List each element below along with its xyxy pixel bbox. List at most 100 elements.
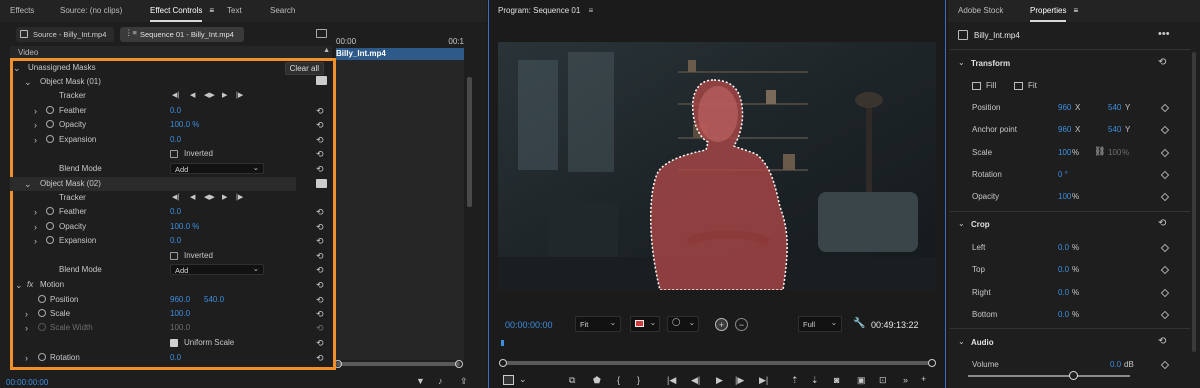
track-forward-icon[interactable]: |▶ bbox=[236, 91, 243, 99]
position-y-value[interactable]: 540 bbox=[1108, 103, 1121, 112]
step-backward-icon[interactable]: ◀ bbox=[190, 193, 195, 201]
keyframe-icon[interactable] bbox=[1160, 288, 1170, 298]
uniform-scale-checkbox[interactable] bbox=[170, 339, 178, 347]
reset-icon[interactable]: ⟲ bbox=[316, 222, 324, 233]
rotation-value[interactable]: 0.0 bbox=[170, 353, 181, 362]
chevron-right-icon[interactable]: › bbox=[34, 106, 37, 116]
position-x-value[interactable]: 960 bbox=[1058, 103, 1071, 112]
step-forward-icon[interactable]: |▶ bbox=[735, 375, 744, 386]
stopwatch-icon[interactable] bbox=[38, 353, 46, 361]
step-forward-icon[interactable]: ▶ bbox=[222, 193, 227, 201]
go-to-in-icon[interactable]: |◀ bbox=[667, 375, 676, 386]
stopwatch-icon[interactable] bbox=[46, 135, 54, 143]
opacity-value[interactable]: 100 bbox=[1058, 192, 1071, 201]
tab-source[interactable]: Source: (no clips) bbox=[60, 6, 122, 15]
track-both-icon[interactable]: ◀▶ bbox=[204, 193, 215, 201]
overlay-toggle-icon[interactable] bbox=[503, 375, 514, 385]
position-x-value[interactable]: 960.0 bbox=[170, 295, 190, 304]
keyframe-icon[interactable] bbox=[1160, 170, 1170, 180]
chevron-down-icon[interactable]: ⌄ bbox=[13, 63, 21, 74]
reset-icon[interactable]: ⟲ bbox=[316, 309, 324, 320]
chevron-down-icon[interactable]: ⌄ bbox=[24, 179, 32, 190]
reset-icon[interactable]: ⟲ bbox=[316, 135, 324, 146]
tab-search[interactable]: Search bbox=[270, 6, 295, 15]
playhead-marker[interactable] bbox=[501, 340, 504, 346]
crop-right-value[interactable]: 0.0 bbox=[1058, 288, 1069, 297]
chevron-down-icon[interactable]: ⌄ bbox=[958, 58, 965, 67]
keyframe-icon[interactable] bbox=[1160, 265, 1170, 275]
sequence-chip[interactable]: ⋮≡ Sequence 01 - Billy_Int.mp4 bbox=[120, 27, 244, 42]
keyframe-icon[interactable] bbox=[1160, 310, 1170, 320]
resolution-select[interactable]: Full ⌄ bbox=[798, 316, 842, 332]
reset-icon[interactable]: ⟲ bbox=[316, 353, 324, 364]
tab-effect-controls[interactable]: Effect Controls ≡ bbox=[150, 6, 214, 22]
lasso-select[interactable]: ◯ ⌄ bbox=[667, 316, 699, 332]
scrub-handle-right[interactable] bbox=[928, 359, 936, 367]
expansion-value[interactable]: 0.0 bbox=[170, 135, 181, 144]
link-icon[interactable]: ⛓ bbox=[1094, 146, 1105, 157]
chevron-down-icon[interactable]: ⌄ bbox=[24, 77, 32, 88]
scrub-track[interactable] bbox=[503, 361, 931, 365]
scrub-handle-left[interactable] bbox=[499, 359, 507, 367]
export-frame-icon[interactable]: ⧉ bbox=[569, 375, 575, 386]
comment-icon[interactable] bbox=[316, 76, 327, 85]
unassigned-masks-row[interactable]: ⌄ Unassigned Masks Clear all bbox=[10, 61, 330, 75]
video-frame[interactable] bbox=[498, 42, 936, 290]
reset-icon[interactable]: ⟲ bbox=[316, 106, 324, 117]
track-backward-icon[interactable]: ◀| bbox=[172, 193, 179, 201]
keyframe-icon[interactable] bbox=[1160, 192, 1170, 202]
inverted-checkbox[interactable] bbox=[170, 150, 178, 158]
stopwatch-icon[interactable] bbox=[38, 309, 46, 317]
zoom-handle-right[interactable] bbox=[455, 360, 463, 368]
step-back-icon[interactable]: ◀| bbox=[691, 375, 700, 386]
crop-left-value[interactable]: 0.0 bbox=[1058, 243, 1069, 252]
ec-timeline-ruler[interactable]: 00:00 00:1 bbox=[336, 34, 464, 48]
proxy-icon[interactable]: ⊡ bbox=[879, 375, 887, 386]
chevron-right-icon[interactable]: › bbox=[25, 309, 28, 319]
stopwatch-icon[interactable] bbox=[46, 207, 54, 215]
filter-icon[interactable]: ▼ bbox=[416, 376, 425, 386]
stopwatch-icon[interactable] bbox=[46, 120, 54, 128]
chevron-down-icon[interactable]: ⌄ bbox=[519, 374, 527, 385]
keyframe-icon[interactable] bbox=[1160, 148, 1170, 158]
motion-header[interactable]: ⌄ fx Motion ⟲ bbox=[10, 278, 330, 292]
more-options-icon[interactable]: ••• bbox=[1158, 28, 1170, 40]
add-button-icon[interactable]: + bbox=[921, 374, 926, 384]
reset-icon[interactable]: ⟲ bbox=[316, 338, 324, 349]
feather-value[interactable]: 0.0 bbox=[170, 207, 181, 216]
fit-button[interactable]: Fit bbox=[1028, 81, 1037, 90]
keyframe-icon[interactable] bbox=[1160, 103, 1170, 113]
comment-icon[interactable] bbox=[316, 179, 327, 188]
mask1-header[interactable]: ⌄ Object Mask (01) bbox=[10, 75, 330, 89]
fill-button[interactable]: Fill bbox=[986, 81, 996, 90]
tab-text[interactable]: Text bbox=[227, 6, 242, 15]
go-to-out-icon[interactable]: ▶| bbox=[759, 375, 768, 386]
crop-header[interactable]: ⌄ Crop ⟲ bbox=[958, 217, 1186, 233]
program-timecode-current[interactable]: 00:00:00:00 bbox=[505, 320, 553, 330]
tab-properties[interactable]: Properties ≡ bbox=[1030, 6, 1078, 22]
source-chip[interactable]: Source - Billy_Int.mp4 bbox=[16, 27, 114, 42]
step-forward-icon[interactable]: ▶ bbox=[222, 91, 227, 99]
toggle-timeline-icon[interactable] bbox=[316, 29, 327, 38]
reset-icon[interactable]: ⟲ bbox=[316, 207, 324, 218]
opacity-value[interactable]: 100.0 % bbox=[170, 120, 199, 129]
play-icon[interactable]: ▶ bbox=[716, 375, 723, 386]
mark-out-icon[interactable]: } bbox=[637, 375, 640, 385]
lift-icon[interactable]: ⇡ bbox=[791, 375, 799, 386]
position-y-value[interactable]: 540.0 bbox=[204, 295, 224, 304]
export-icon[interactable]: ⇪ bbox=[460, 376, 468, 387]
chevron-right-icon[interactable]: › bbox=[34, 236, 37, 246]
reset-icon[interactable]: ⟲ bbox=[316, 120, 324, 131]
rotation-value[interactable]: 0 ° bbox=[1058, 170, 1068, 179]
add-marker-icon[interactable]: ⬟ bbox=[593, 375, 601, 386]
inverted-checkbox[interactable] bbox=[170, 252, 178, 260]
remove-point-icon[interactable]: − bbox=[735, 318, 748, 331]
blend-mode-select[interactable]: Add ⌄ bbox=[170, 264, 264, 275]
reset-icon[interactable]: ⟲ bbox=[316, 164, 324, 175]
clear-all-button[interactable]: Clear all bbox=[284, 62, 324, 75]
reset-icon[interactable]: ⟲ bbox=[316, 265, 324, 276]
stopwatch-icon[interactable] bbox=[46, 236, 54, 244]
chevron-down-icon[interactable]: ⌄ bbox=[958, 337, 965, 346]
stopwatch-icon[interactable] bbox=[46, 106, 54, 114]
comparison-icon[interactable]: ▣ bbox=[857, 375, 866, 386]
